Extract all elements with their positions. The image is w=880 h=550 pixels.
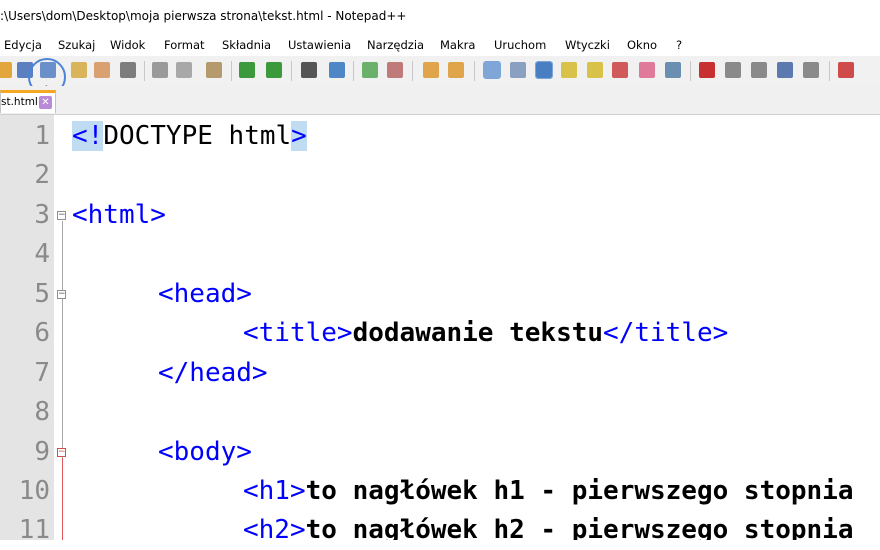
menu-ustawienia[interactable]: Ustawienia <box>288 38 351 52</box>
function-list-icon[interactable] <box>612 62 628 78</box>
run-macro-multiple-icon[interactable] <box>777 62 793 78</box>
code-line-6: <title>dodawanie tekstu</title> <box>243 314 728 353</box>
bracket-match-close: > <box>291 121 307 151</box>
toolbar-separator <box>291 61 292 81</box>
fold-toggle-icon[interactable]: − <box>57 448 66 457</box>
redo-icon[interactable] <box>266 62 282 78</box>
new-file-icon[interactable] <box>0 62 12 78</box>
code-line-7: </head> <box>158 358 268 388</box>
menu-help[interactable]: ? <box>676 38 682 52</box>
tab-label: st.html <box>1 96 38 108</box>
code-line-5: <head> <box>158 279 252 309</box>
find-icon[interactable] <box>301 62 317 78</box>
menu-makra[interactable]: Makra <box>440 38 475 52</box>
toolbar-separator <box>412 61 413 81</box>
zoom-in-icon[interactable] <box>362 62 378 78</box>
toolbar-separator <box>474 61 475 81</box>
menu-szukaj[interactable]: Szukaj <box>58 38 95 52</box>
bracket-match-open: <! <box>72 121 104 151</box>
menu-bar: Edycja Szukaj Widok Format Składnia Usta… <box>0 34 880 56</box>
cut-icon[interactable] <box>152 62 168 78</box>
print-icon[interactable] <box>120 62 136 78</box>
close-file-icon[interactable] <box>71 62 87 78</box>
replace-icon[interactable] <box>329 62 345 78</box>
close-all-icon[interactable] <box>94 62 110 78</box>
line-number: 4 <box>34 239 50 269</box>
tab-tekst-html[interactable]: st.html ✕ <box>0 90 56 113</box>
sync-vertical-icon[interactable] <box>423 62 439 78</box>
menu-skladnia[interactable]: Składnia <box>222 38 271 52</box>
title-text: dodawanie tekstu <box>352 318 604 348</box>
line-number: 9 <box>34 437 50 467</box>
code-line-11: <h2>to nagłówek h2 - pierwszego stopnia <box>243 511 854 540</box>
code-line-9: <body> <box>158 437 252 467</box>
toolbar-separator <box>231 61 232 81</box>
toolbar <box>0 56 880 87</box>
undo-icon[interactable] <box>239 62 255 78</box>
tag-close: </title> <box>603 318 729 348</box>
line-number-gutter: 1 2 3 4 5 6 7 8 9 10 11 <box>0 115 54 545</box>
menu-narzedzia[interactable]: Narzędzia <box>367 38 424 52</box>
code-line-10: <h1>to nagłówek h1 - pierwszego stopnia <box>243 472 854 511</box>
copy-icon[interactable] <box>176 62 192 78</box>
zoom-out-icon[interactable] <box>387 62 403 78</box>
menu-wtyczki[interactable]: Wtyczki <box>565 38 610 52</box>
code-line-1: <!DOCTYPE html> <box>72 117 307 156</box>
paste-icon[interactable] <box>206 62 222 78</box>
doctype-text: DOCTYPE html <box>103 121 292 151</box>
indent-guide-icon[interactable] <box>535 61 553 79</box>
line-number: 8 <box>34 397 50 427</box>
toolbar-separator <box>353 61 354 81</box>
language-icon[interactable] <box>561 62 577 78</box>
record-macro-icon[interactable] <box>699 62 715 78</box>
menu-okno[interactable]: Okno <box>627 38 657 52</box>
line-number: 1 <box>34 121 50 151</box>
title-bar: :\Users\dom\Desktop\moja pierwsza strona… <box>0 0 880 34</box>
tag-open: <title> <box>243 318 353 348</box>
fold-toggle-icon[interactable]: − <box>57 290 66 299</box>
tab-close-icon[interactable]: ✕ <box>39 96 52 109</box>
tag-open: <h2> <box>243 515 306 540</box>
window-title: :\Users\dom\Desktop\moja pierwsza strona… <box>0 9 407 23</box>
tag-open: <h1> <box>243 476 306 506</box>
toolbar-separator <box>829 61 830 81</box>
line-number: 11 <box>18 515 50 545</box>
menu-edycja[interactable]: Edycja <box>4 38 42 52</box>
code-line-3: <html> <box>72 200 166 230</box>
line-number: 2 <box>34 160 50 190</box>
line-number: 10 <box>18 476 50 506</box>
sync-horizontal-icon[interactable] <box>448 62 464 78</box>
save-macro-icon[interactable] <box>803 62 819 78</box>
line-number: 5 <box>34 279 50 309</box>
toolbar-separator <box>690 61 691 81</box>
play-macro-icon[interactable] <box>751 62 767 78</box>
line-number: 7 <box>34 358 50 388</box>
menu-format[interactable]: Format <box>164 38 205 52</box>
h2-text: to nagłówek h2 - pierwszego stopnia <box>305 515 854 540</box>
line-number: 3 <box>34 200 50 230</box>
folder-workspace-icon[interactable] <box>639 62 655 78</box>
line-number: 6 <box>34 318 50 348</box>
tab-bar: st.html ✕ <box>0 86 880 115</box>
menu-uruchom[interactable]: Uruchom <box>494 38 546 52</box>
doc-map-icon[interactable] <box>587 62 603 78</box>
fold-line-changed <box>62 458 63 540</box>
menu-widok[interactable]: Widok <box>110 38 145 52</box>
stop-macro-icon[interactable] <box>725 62 741 78</box>
spell-check-icon[interactable] <box>838 62 854 78</box>
h1-text: to nagłówek h1 - pierwszego stopnia <box>305 476 854 506</box>
word-wrap-icon[interactable] <box>483 61 501 79</box>
fold-toggle-icon[interactable]: − <box>57 211 66 220</box>
editor-text-area[interactable]: <!DOCTYPE html> <html> <head> <title>dod… <box>72 115 880 540</box>
toolbar-separator <box>144 61 145 81</box>
show-all-chars-icon[interactable] <box>510 62 526 78</box>
monitoring-icon[interactable] <box>665 62 681 78</box>
